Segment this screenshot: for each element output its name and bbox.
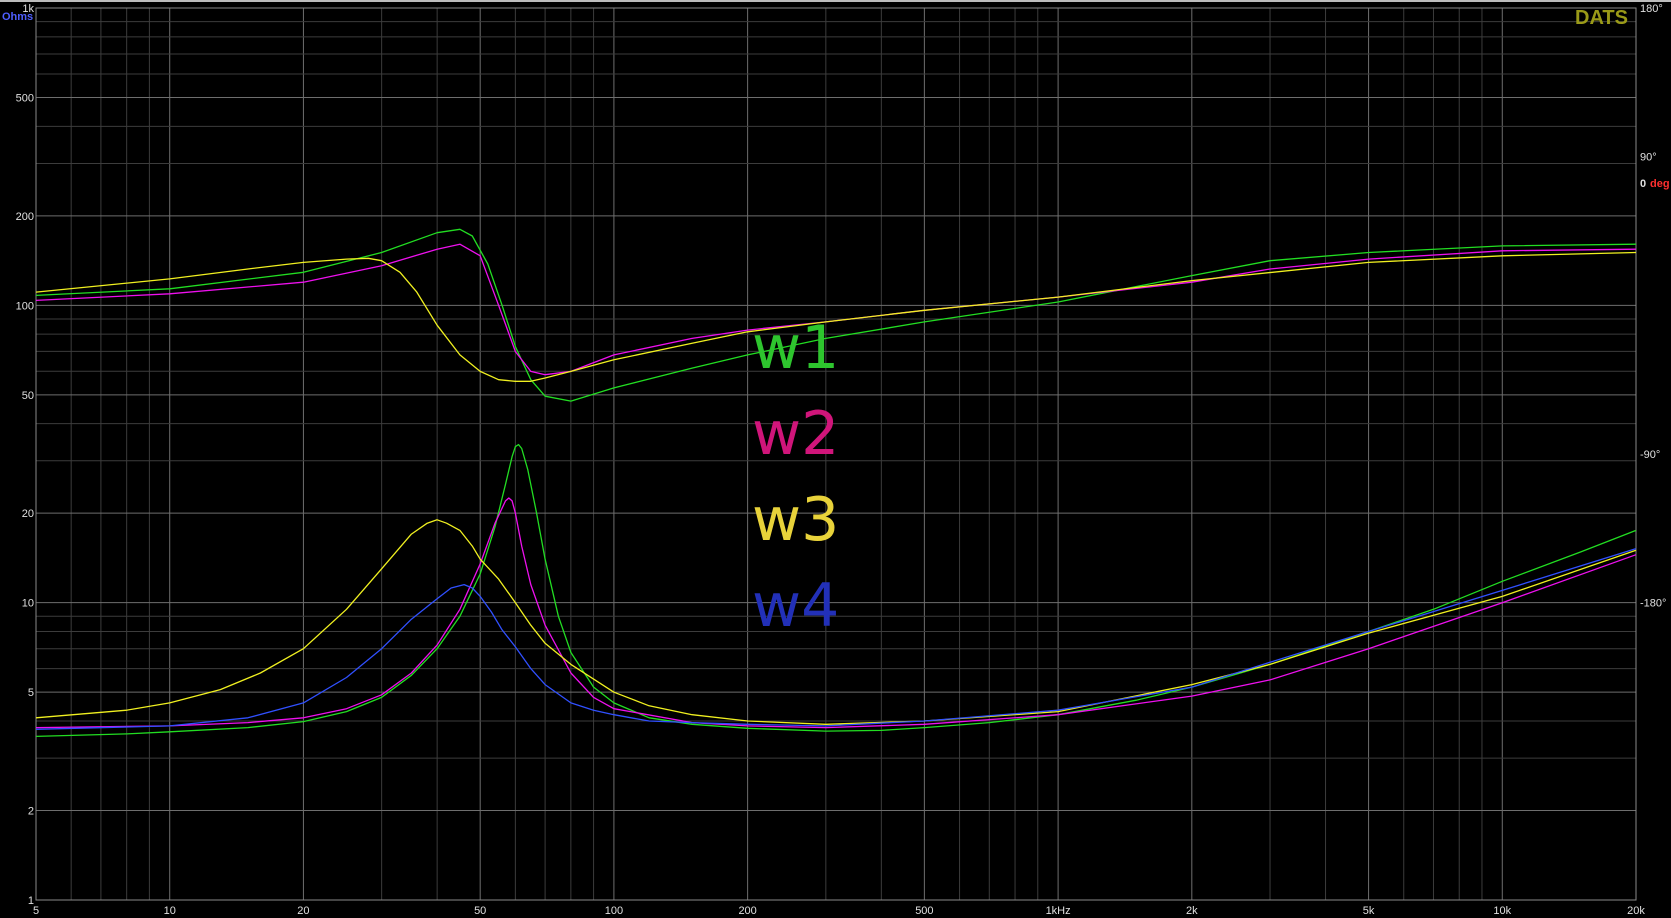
y-left-tick-label: 50	[22, 390, 34, 402]
brand-label: DATS	[1575, 7, 1628, 29]
x-tick-label: 200	[738, 905, 756, 917]
y-left-tick-label: 200	[16, 211, 34, 223]
right-axis-zero-label: 0	[1640, 178, 1646, 190]
legend-label-w3: w3	[752, 485, 839, 555]
x-tick-label: 100	[605, 905, 623, 917]
x-tick-label: 500	[915, 905, 933, 917]
y-left-tick-label: 10	[22, 598, 34, 610]
y-left-tick-label: 1	[28, 895, 34, 907]
y-left-tick-label: 2	[28, 805, 34, 817]
impedance-phase-chart: 5 10 20 50 100 200 500 1kHz 2k 5k 10k 20k1251020501…	[0, 0, 1671, 918]
legend-label-w4: w4	[752, 571, 839, 641]
y-right-tick-label: -90°	[1640, 449, 1660, 461]
x-tick-label: 10	[164, 905, 176, 917]
y-left-tick-label: 20	[22, 508, 34, 520]
x-tick-label: 20k	[1627, 905, 1645, 917]
x-tick-label: 5k	[1363, 905, 1375, 917]
y-left-tick-label: 500	[16, 93, 34, 105]
y-right-tick-label: 180°	[1640, 3, 1663, 15]
legend-label-w1: w1	[752, 313, 839, 383]
legend-label-w2: w2	[752, 399, 839, 469]
x-tick-label: 10k	[1493, 905, 1511, 917]
x-tick-label: 20	[297, 905, 309, 917]
left-axis-unit: Ohms	[2, 11, 33, 23]
y-left-tick-label: 5	[28, 687, 34, 699]
y-left-tick-label: 100	[16, 300, 34, 312]
x-tick-label: 50	[474, 905, 486, 917]
x-tick-label: 1kHz	[1046, 905, 1071, 917]
right-axis-unit: deg	[1650, 178, 1670, 190]
y-right-tick-label: -180°	[1640, 598, 1666, 610]
x-tick-label: 2k	[1186, 905, 1198, 917]
y-right-tick-label: 90°	[1640, 152, 1657, 164]
